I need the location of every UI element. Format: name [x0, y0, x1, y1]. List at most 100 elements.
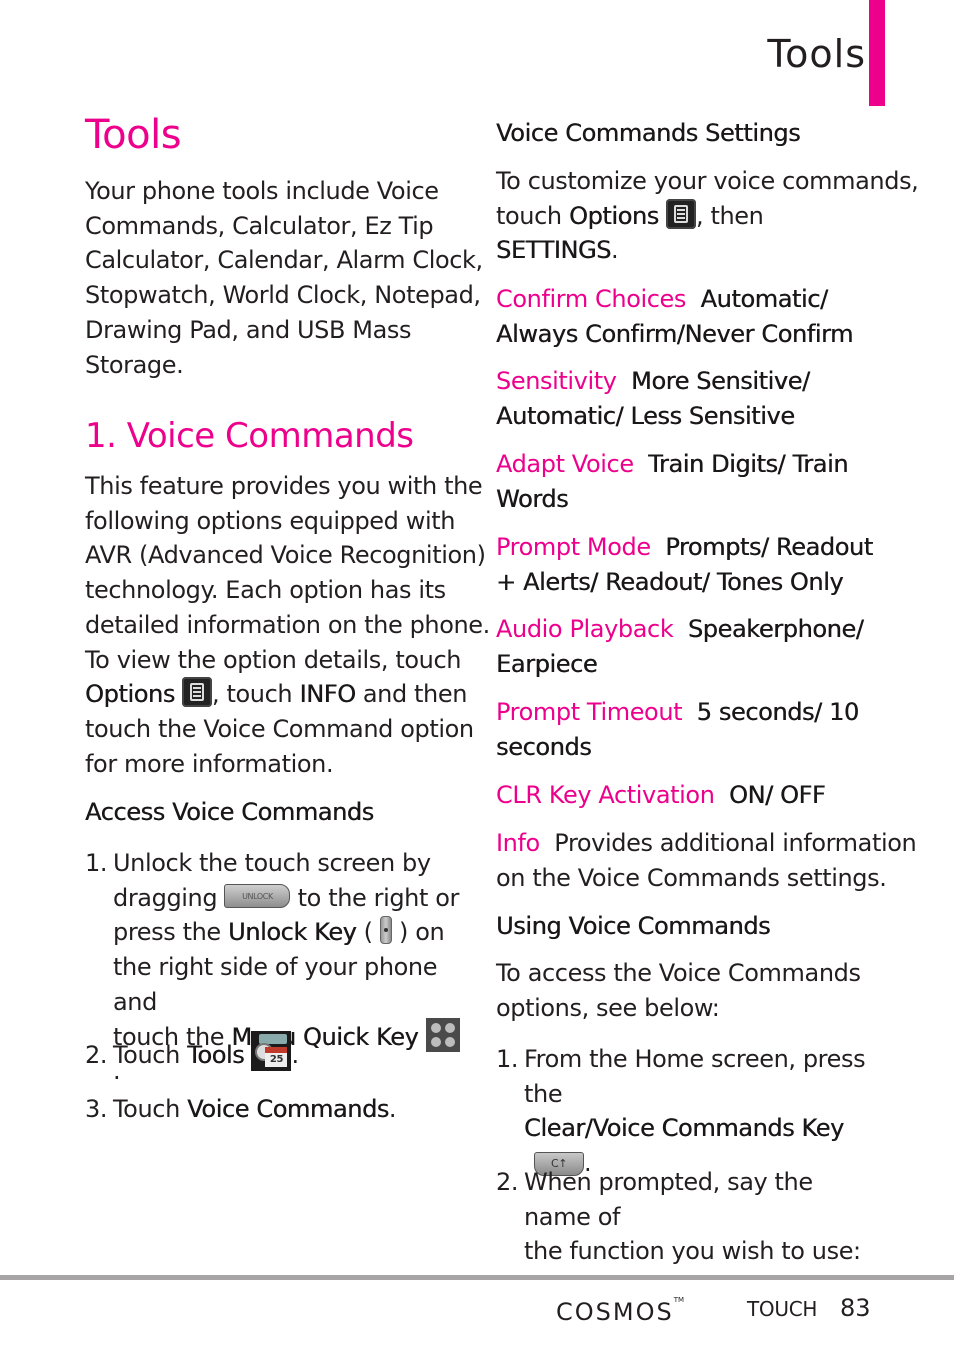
page-title: Tools — [85, 112, 182, 158]
setting-label: Prompt Mode — [496, 533, 651, 561]
text: Touch — [113, 1041, 188, 1069]
menu-quick-key-icon — [425, 1017, 460, 1052]
text: To customize your voice commands, — [496, 167, 919, 195]
unlock-key-icon — [379, 916, 392, 945]
step-text: Touch Tools 25 . — [113, 1031, 299, 1073]
intro-line: Stopwatch, World Clock, Notepad, — [85, 281, 481, 310]
setting-value: Words — [496, 484, 569, 513]
text: Touch — [113, 1095, 188, 1123]
feature-line: AVR (Advanced Voice Recognition) — [85, 541, 486, 570]
page-number: 83 — [840, 1294, 871, 1322]
setting-label: Prompt Timeout — [496, 698, 683, 726]
step-text: the right side of your phone and — [113, 953, 438, 1016]
intro-line: Calculator, Calendar, Alarm Clock, — [85, 246, 483, 275]
feature-line: touch the Voice Command option — [85, 714, 474, 743]
setting-value: Earpiece — [496, 649, 598, 678]
settings-term: SETTINGS — [496, 236, 611, 265]
step-text: the function you wish to use: — [524, 1237, 861, 1266]
intro-line: Commands, Calculator, Ez Tip — [85, 211, 434, 240]
access-step-3: 3. Touch Voice Commands. — [85, 1092, 397, 1127]
intro-line: Drawing Pad, and USB Mass — [85, 315, 412, 344]
setting-value: Prompts/ Readout — [665, 533, 873, 561]
text: options, see below: — [496, 993, 720, 1022]
setting-audio-playback: Audio Playback Speakerphone/ Earpiece — [496, 612, 864, 681]
step-number: 1. — [85, 849, 108, 877]
feature-line: detailed information on the phone. — [85, 610, 490, 639]
setting-value: Speakerphone/ — [687, 615, 864, 643]
using-step-2: 2. When prompted, say the name of the fu… — [496, 1165, 876, 1269]
text: . — [291, 1041, 299, 1069]
tools-app-icon: 25 — [251, 1031, 292, 1071]
setting-value: ON/ OFF — [729, 781, 826, 809]
setting-label: CLR Key Activation — [496, 781, 715, 809]
tools-term: Tools — [187, 1041, 245, 1069]
setting-value: Automatic/ Less Sensitive — [496, 401, 795, 430]
step-text: dragging UNLOCK to the right or — [113, 881, 465, 916]
feature-line: To view the option details, touch — [85, 645, 462, 674]
intro-line: Storage. — [85, 350, 184, 379]
step-text: When prompted, say the name of — [524, 1168, 813, 1231]
access-step-2: 2. Touch Tools 25 . — [85, 1031, 299, 1073]
setting-label: Info — [496, 829, 540, 857]
settings-intro: To customize your voice commands, touch … — [496, 164, 919, 268]
feature-line: following options equipped with — [85, 506, 456, 535]
text: and then — [355, 680, 468, 709]
footer-rule — [0, 1275, 954, 1280]
unlock-key-term: Unlock Key — [228, 918, 357, 947]
using-heading: Using Voice Commands — [496, 912, 771, 940]
voice-commands-term: Voice Commands — [187, 1095, 389, 1123]
access-heading: Access Voice Commands — [85, 798, 374, 826]
feature-line: for more information. — [85, 749, 334, 778]
intro-paragraph: Your phone tools include Voice Commands,… — [85, 174, 483, 382]
options-icon — [182, 677, 213, 708]
text: to the right or — [290, 883, 460, 912]
text: , touch — [212, 680, 300, 709]
clear-voice-key-term: Clear/Voice Commands Key — [524, 1114, 844, 1143]
setting-label: Confirm Choices — [496, 285, 687, 313]
step-text: press the Unlock Key ( ) on — [113, 915, 465, 950]
text: To access the Voice Commands — [496, 959, 861, 987]
setting-prompt-timeout: Prompt Timeout 5 seconds/ 10 seconds — [496, 695, 859, 764]
trademark: TM — [673, 1296, 685, 1304]
text: ( — [356, 918, 380, 947]
section-tab-title: Tools — [767, 32, 866, 76]
text: dragging — [113, 883, 218, 912]
text: SETTINGS. — [496, 233, 918, 268]
setting-adapt-voice: Adapt Voice Train Digits/ Train Words — [496, 447, 848, 516]
setting-prompt-mode: Prompt Mode Prompts/ Readout + Alerts/ R… — [496, 530, 873, 599]
feature-line: technology. Each option has its — [85, 576, 446, 605]
brand-logo: COSMOSTM — [556, 1292, 684, 1328]
setting-value: seconds — [496, 732, 592, 761]
text: ) on — [391, 918, 445, 947]
options-term: Options — [85, 680, 175, 709]
section-tab-marker — [869, 0, 885, 106]
feature-options-line: Options , touch INFO and then — [85, 677, 490, 712]
setting-confirm-choices: Confirm Choices Automatic/ Always Confir… — [496, 282, 853, 351]
text: touch Options , then — [496, 198, 918, 234]
using-intro: To access the Voice Commands options, se… — [496, 956, 861, 1025]
setting-label: Audio Playback — [496, 615, 674, 643]
model-name: TOUCH — [747, 1297, 818, 1321]
feature-line: This feature provides you with the — [85, 472, 483, 500]
info-term: INFO — [299, 680, 356, 709]
step-text: Touch Voice Commands. — [113, 1092, 397, 1127]
options-icon — [666, 198, 696, 229]
section-heading: 1. Voice Commands — [85, 416, 414, 456]
brand-name: COSMOS — [556, 1289, 674, 1329]
setting-value: + Alerts/ Readout/ Tones Only — [496, 567, 844, 596]
feature-paragraph: This feature provides you with the follo… — [85, 469, 490, 781]
text: . — [388, 1095, 397, 1123]
setting-value: Train Digits/ Train — [648, 450, 849, 478]
intro-line: Your phone tools include Voice — [85, 177, 439, 205]
using-step-1: 1. From the Home screen, press the Clear… — [496, 1042, 876, 1181]
setting-description: on the Voice Commands settings. — [496, 863, 887, 892]
setting-value: Always Confirm/Never Confirm — [496, 319, 854, 348]
setting-value: More Sensitive/ — [631, 367, 810, 395]
setting-clr-key-activation: CLR Key Activation ON/ OFF — [496, 778, 826, 813]
options-term: Options — [568, 201, 659, 230]
text: press the — [113, 918, 228, 947]
step-number: 2. — [85, 1041, 108, 1069]
unlock-slider-icon: UNLOCK — [224, 883, 291, 908]
setting-sensitivity: Sensitivity More Sensitive/ Automatic/ L… — [496, 364, 810, 433]
setting-value: Automatic/ — [700, 285, 828, 313]
